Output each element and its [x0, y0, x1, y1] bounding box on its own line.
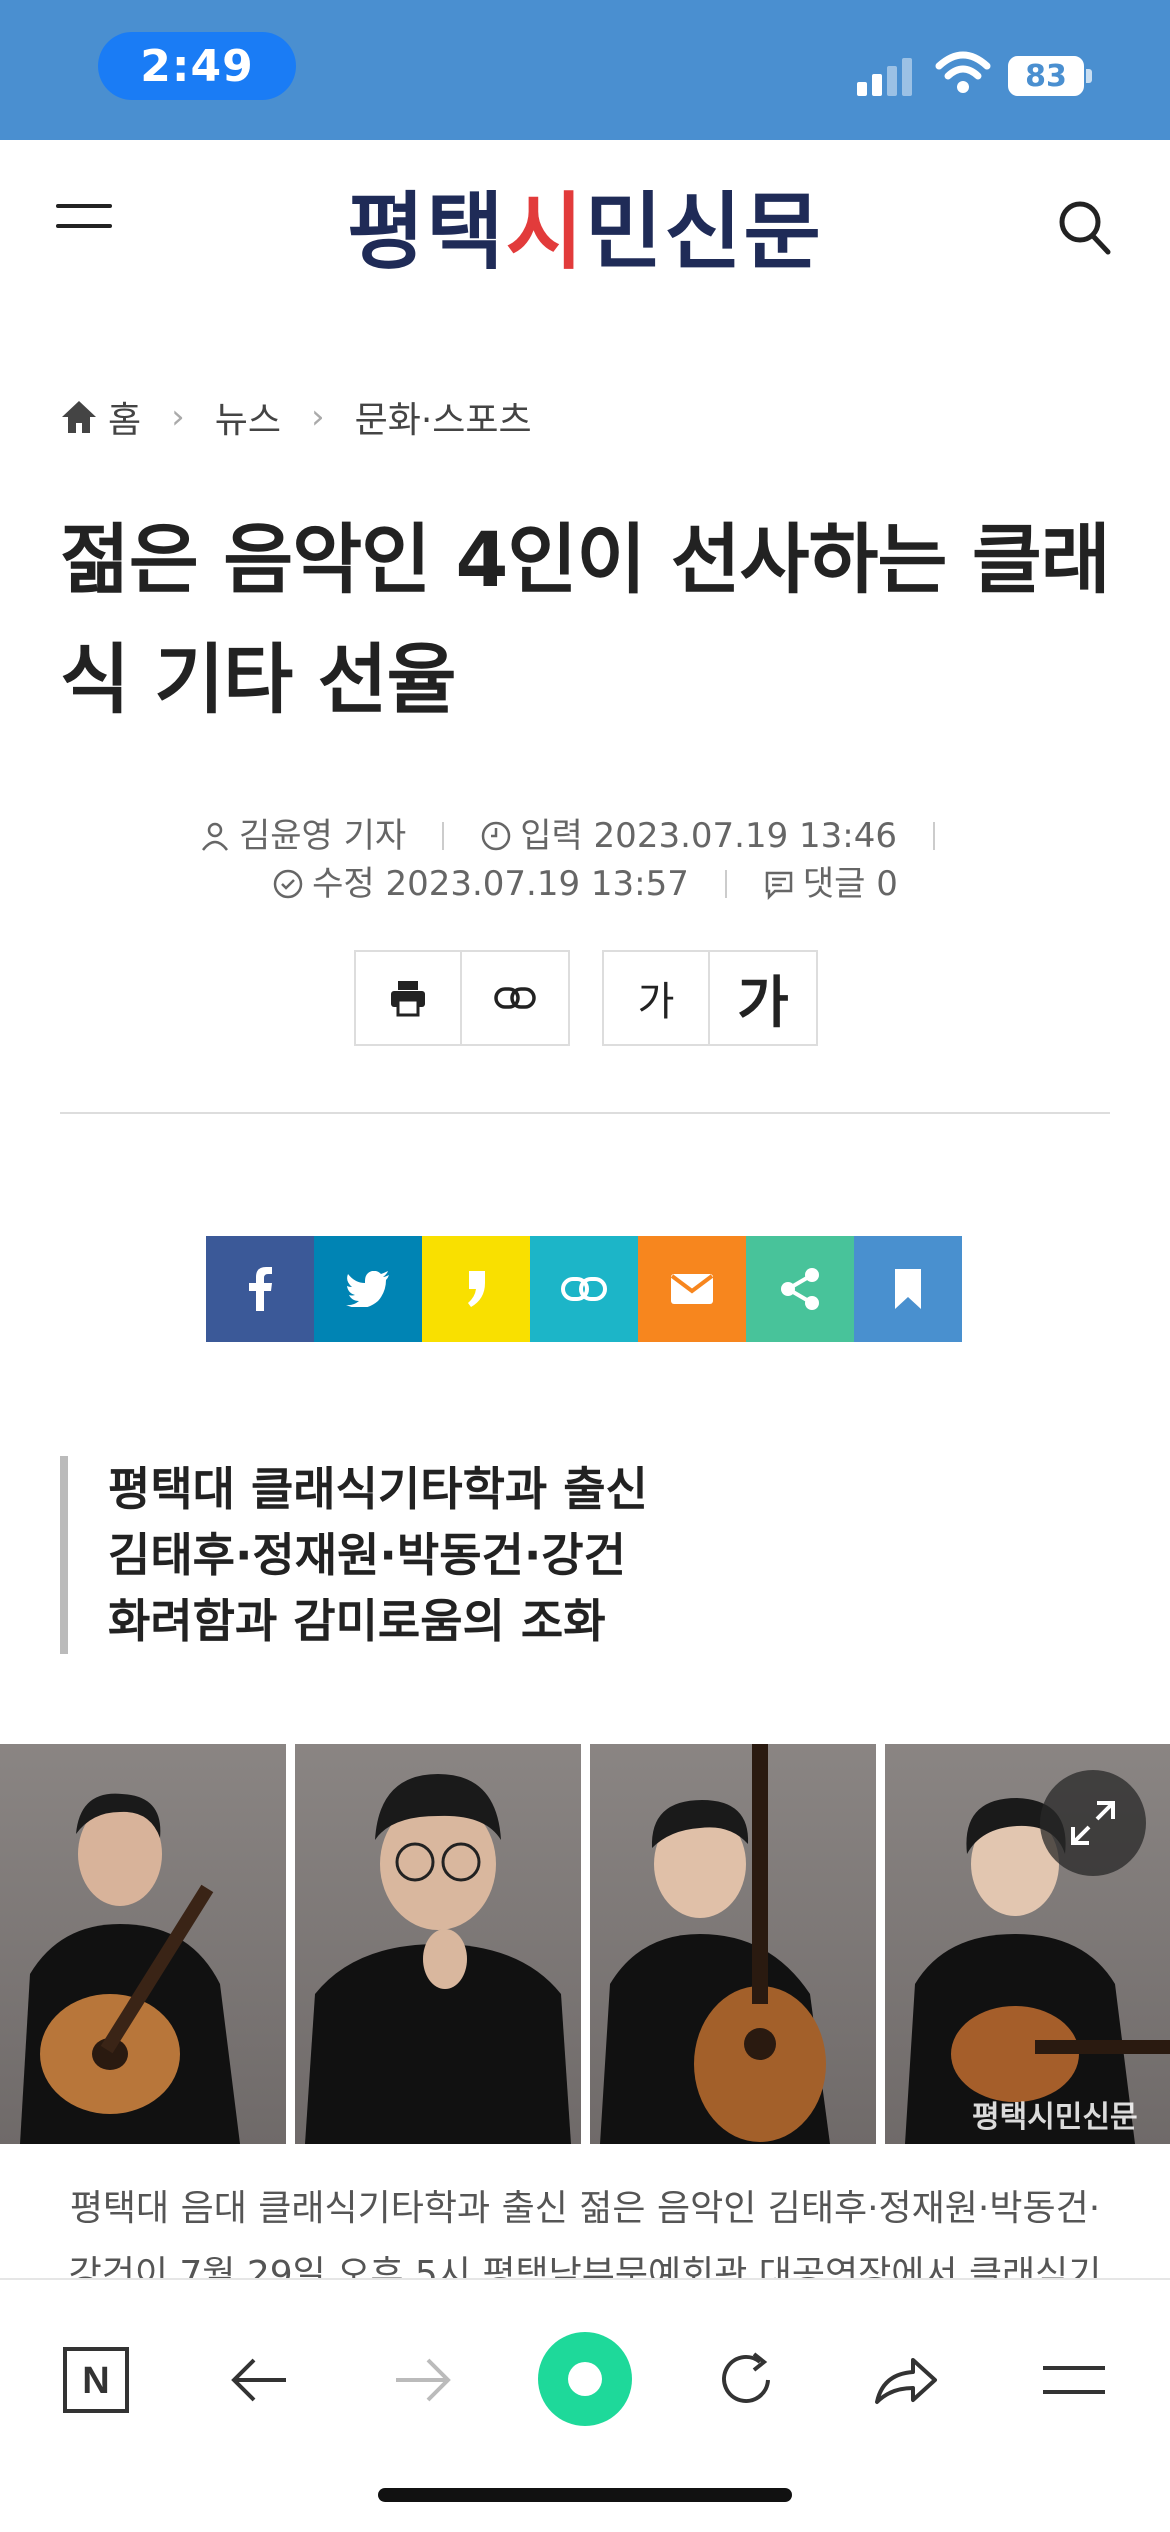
- share-icon: [781, 1268, 819, 1310]
- breadcrumb-home[interactable]: 홈: [60, 391, 141, 443]
- section-divider: [60, 1112, 1110, 1114]
- breadcrumb-culture-sports[interactable]: 문화·스포츠: [355, 391, 532, 443]
- breadcrumb-home-label: 홈: [108, 400, 142, 441]
- comment-count: 댓글 0: [802, 864, 898, 904]
- email-share-button[interactable]: [638, 1236, 746, 1342]
- menu-icon: [1043, 2366, 1105, 2394]
- font-size-group: 가 가: [602, 950, 818, 1046]
- naver-n-label: N: [82, 2360, 109, 2402]
- photo-panel-1: [0, 1744, 286, 2144]
- home-indicator[interactable]: [378, 2488, 792, 2502]
- meta-divider: [933, 822, 936, 850]
- chevron-right-icon: ›: [310, 397, 325, 437]
- reload-icon: [722, 2352, 770, 2403]
- subhead-line: 평택대 클래식기타학과 출신: [108, 1462, 648, 1516]
- signal-icon: [857, 58, 912, 96]
- more-share-button[interactable]: [746, 1236, 854, 1342]
- back-icon: [231, 2358, 286, 2402]
- subhead-line: 화려함과 감미로움의 조화: [108, 1594, 606, 1648]
- facebook-icon: [249, 1267, 272, 1311]
- expand-photo-button[interactable]: [1040, 1770, 1146, 1876]
- article-tools: 가 가: [354, 950, 850, 1046]
- facebook-share-button[interactable]: [206, 1236, 314, 1342]
- forward-button[interactable]: [382, 2340, 462, 2420]
- article-comments[interactable]: 댓글 0: [763, 860, 898, 908]
- search-icon[interactable]: [1056, 196, 1112, 256]
- article-published: 입력 2023.07.19 13:46: [480, 812, 897, 860]
- logo-text-3: 민신문: [585, 182, 823, 281]
- subhead-line: 김태후·정재원·박동건·강건: [108, 1528, 626, 1582]
- article-title: 젊은 음악인 4인이 선사하는 클래식 기타 선율: [60, 515, 1111, 724]
- clock-icon: [481, 821, 511, 851]
- back-button[interactable]: [220, 2340, 300, 2420]
- meta-divider: [724, 870, 727, 898]
- site-logo[interactable]: 평택 시 민신문: [310, 170, 860, 281]
- photo-panel-2: [295, 1744, 581, 2144]
- naver-n-icon: N: [63, 2347, 129, 2413]
- expand-icon: [1071, 1801, 1115, 1845]
- twitter-share-button[interactable]: [314, 1236, 422, 1342]
- copy-link-button[interactable]: [462, 952, 568, 1044]
- share-page-button[interactable]: [866, 2340, 946, 2420]
- article-modified: 수정 2023.07.19 13:57: [272, 860, 689, 908]
- site-header: 평택 시 민신문: [0, 140, 1170, 315]
- browser-menu-button[interactable]: [1034, 2340, 1114, 2420]
- email-icon: [670, 1274, 714, 1304]
- font-larger-button[interactable]: 가: [710, 952, 816, 1044]
- check-icon: [273, 869, 303, 899]
- logo-text-1: 평택: [347, 182, 506, 281]
- print-button[interactable]: [356, 952, 462, 1044]
- photo-watermark: 평택시민신문: [972, 2100, 1138, 2135]
- reload-button[interactable]: [706, 2340, 786, 2420]
- battery-tip: [1086, 69, 1092, 83]
- author-name: 김윤영 기자: [238, 816, 407, 856]
- meta-divider: [442, 822, 445, 850]
- status-time: 2:49: [98, 32, 296, 100]
- link-icon: [561, 1277, 607, 1301]
- comment-icon: [765, 871, 793, 900]
- status-bar: 2:49 83: [0, 0, 1170, 140]
- logo-text-2: 시: [505, 182, 585, 281]
- font-smaller-button[interactable]: 가: [604, 952, 710, 1044]
- share-arrow-icon: [875, 2358, 937, 2404]
- kakao-share-button[interactable]: [422, 1236, 530, 1342]
- breadcrumb: 홈 › 뉴스 › 문화·스포츠: [60, 388, 532, 446]
- bookmark-icon: [895, 1269, 921, 1309]
- breadcrumb-news[interactable]: 뉴스: [215, 391, 281, 443]
- share-bar: [206, 1236, 964, 1342]
- kakao-icon: [468, 1271, 485, 1307]
- green-dot-button[interactable]: [538, 2332, 632, 2426]
- green-dot-icon: [568, 2362, 602, 2396]
- menu-icon[interactable]: [56, 204, 112, 248]
- print-link-group: [354, 950, 570, 1046]
- article-author: 김윤영 기자: [199, 812, 406, 860]
- battery-level: 83: [1008, 56, 1084, 96]
- wifi-icon: [935, 51, 991, 93]
- link-icon: [494, 987, 536, 1009]
- body-line: 평택대 음대 클래식기타학과 출신 젊은 음악인 김태후·정재원·박동건·: [69, 2188, 1101, 2229]
- print-icon: [391, 981, 425, 1017]
- chevron-right-icon: ›: [171, 397, 185, 437]
- battery-indicator: 83: [1008, 56, 1092, 96]
- twitter-icon: [346, 1271, 389, 1307]
- bookmark-button[interactable]: [854, 1236, 962, 1342]
- article-meta: 김윤영 기자 입력 2023.07.19 13:46 수정 2023.07.19…: [60, 812, 1110, 908]
- article-photo[interactable]: [0, 1744, 1170, 2144]
- photo-panel-3: [590, 1744, 876, 2144]
- modified-date: 수정 2023.07.19 13:57: [312, 864, 689, 904]
- user-icon: [201, 822, 228, 851]
- forward-icon: [396, 2358, 451, 2402]
- published-date: 입력 2023.07.19 13:46: [520, 816, 898, 856]
- article-subhead: 평택대 클래식기타학과 출신 김태후·정재원·박동건·강건 화려함과 감미로움의…: [60, 1456, 1110, 1654]
- link-share-button[interactable]: [530, 1236, 638, 1342]
- home-icon: [62, 401, 96, 433]
- naver-home-button[interactable]: N: [56, 2340, 136, 2420]
